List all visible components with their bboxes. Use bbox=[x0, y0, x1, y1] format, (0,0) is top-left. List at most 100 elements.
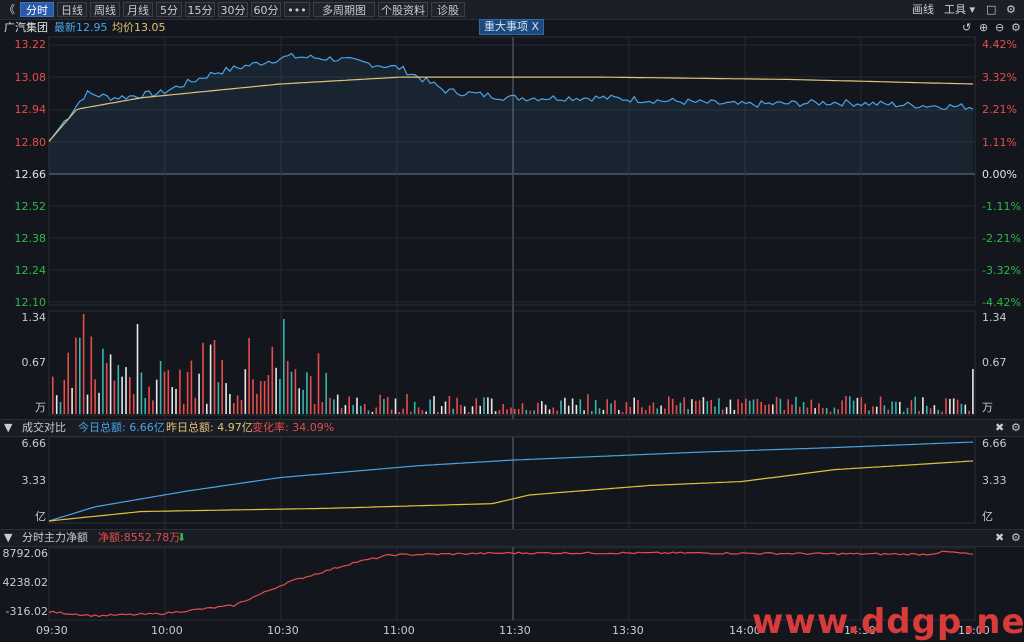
volume-bar bbox=[240, 400, 243, 414]
volume-bar bbox=[829, 411, 832, 414]
volume-bar bbox=[252, 379, 254, 414]
volume-bar bbox=[82, 314, 85, 414]
volume-bar bbox=[410, 411, 412, 414]
volume-bar bbox=[140, 372, 143, 414]
flow-axis-label: -316.02 bbox=[5, 605, 48, 618]
volume-bar bbox=[575, 404, 578, 414]
volume-bar bbox=[225, 383, 227, 414]
volume-bar bbox=[675, 405, 678, 414]
volume-bar bbox=[845, 396, 847, 414]
volume-bar bbox=[460, 405, 462, 414]
volume-bar bbox=[294, 369, 297, 414]
volume-bar bbox=[271, 346, 274, 414]
volume-bar bbox=[825, 407, 828, 414]
volume-bar bbox=[490, 398, 493, 414]
volume-bar bbox=[487, 397, 489, 414]
priceAxisL-label: 13.08 bbox=[14, 71, 47, 84]
volume-bar bbox=[90, 336, 93, 414]
volume-bar bbox=[775, 397, 778, 414]
volume-bar bbox=[837, 409, 839, 414]
volume-bar bbox=[941, 411, 943, 414]
time-label: 11:00 bbox=[383, 624, 415, 637]
volume-bar bbox=[833, 407, 836, 414]
down-arrow-icon: ⬇ bbox=[177, 531, 187, 544]
priceAxisR-label: 3.32% bbox=[982, 71, 1017, 84]
volume-bar bbox=[798, 406, 801, 414]
priceAxisL-label: 12.10 bbox=[14, 296, 47, 309]
volume-bar bbox=[687, 409, 689, 414]
priceAxisL-label: 12.94 bbox=[14, 103, 47, 116]
collapse-icon[interactable]: ▼ bbox=[4, 420, 12, 436]
priceAxisR-label: -1.11% bbox=[982, 200, 1021, 213]
volume-bar bbox=[336, 394, 339, 414]
volume-bar bbox=[367, 410, 370, 414]
volume-bar bbox=[340, 407, 343, 414]
volume-bar bbox=[633, 397, 635, 414]
volume-bar bbox=[875, 406, 878, 414]
volume-bar bbox=[868, 410, 870, 414]
volume-bar bbox=[729, 399, 732, 414]
volume-bar bbox=[725, 407, 728, 414]
flow-axis-label: 4238.02 bbox=[2, 576, 49, 589]
volume-bar bbox=[525, 410, 528, 414]
volume-bar bbox=[479, 405, 481, 414]
volume-bar bbox=[629, 407, 632, 414]
collapse-icon[interactable]: ▼ bbox=[4, 530, 12, 546]
volume-bar bbox=[899, 401, 901, 414]
volume-bar bbox=[702, 397, 705, 414]
volume-bar bbox=[795, 396, 797, 414]
volume-bar bbox=[498, 409, 501, 414]
volume-bar bbox=[186, 371, 189, 414]
volume-bar bbox=[698, 400, 701, 414]
volume-bar bbox=[52, 376, 54, 414]
volume-bar bbox=[467, 412, 470, 414]
volume-bar bbox=[560, 400, 562, 414]
volume-bar bbox=[564, 397, 566, 414]
volume-bar bbox=[587, 394, 589, 414]
volume-bar bbox=[537, 402, 539, 414]
volume-bar bbox=[683, 397, 685, 414]
volume-bar bbox=[710, 399, 712, 414]
volume-bar bbox=[706, 401, 709, 414]
volume-bar bbox=[175, 388, 177, 414]
vol-axis-right-label: 0.67 bbox=[982, 356, 1007, 369]
volume-bar bbox=[306, 372, 308, 414]
volume-bar bbox=[637, 399, 639, 414]
volume-bar bbox=[333, 399, 335, 414]
flow-panel-title: 分时主力净额 bbox=[22, 531, 88, 544]
priceAxisL-label: 12.38 bbox=[14, 232, 47, 245]
volume-bar bbox=[860, 397, 863, 414]
amountAxis-label: 6.66 bbox=[21, 437, 47, 450]
volume-bar bbox=[475, 398, 478, 414]
volume-bar bbox=[856, 397, 859, 414]
close-icon[interactable]: ✖ bbox=[995, 420, 1004, 436]
volume-bar bbox=[772, 404, 774, 414]
volume-bar bbox=[872, 406, 874, 414]
volume-bar bbox=[567, 405, 570, 414]
volume-bar bbox=[752, 399, 755, 414]
volume-bar bbox=[745, 398, 747, 414]
gear-icon[interactable]: ⚙ bbox=[1011, 420, 1021, 436]
volume-bar bbox=[463, 406, 466, 414]
volume-bar bbox=[163, 371, 166, 414]
volume-bar bbox=[879, 396, 882, 414]
volume-bar bbox=[136, 324, 139, 414]
volume-bar bbox=[286, 360, 289, 414]
volume-bar bbox=[779, 398, 782, 414]
volAxis-label: 万 bbox=[35, 401, 46, 414]
close-icon[interactable]: ✖ bbox=[995, 530, 1004, 546]
volume-bar bbox=[922, 397, 924, 414]
volume-bar bbox=[94, 379, 96, 414]
gear-icon[interactable]: ⚙ bbox=[1011, 530, 1021, 546]
volume-bar bbox=[721, 409, 724, 414]
volume-bar bbox=[652, 402, 655, 414]
volAxis-label: 1.34 bbox=[21, 311, 47, 324]
volume-bar bbox=[483, 397, 485, 414]
volume-bar bbox=[440, 406, 443, 414]
today-total: 今日总额: 6.66亿 bbox=[78, 421, 165, 434]
volume-bar bbox=[279, 379, 281, 414]
volume-bar bbox=[413, 401, 416, 414]
volume-bar bbox=[579, 399, 582, 414]
priceAxisL-label: 13.22 bbox=[14, 38, 47, 51]
priceAxisR-label: 1.11% bbox=[982, 136, 1017, 149]
